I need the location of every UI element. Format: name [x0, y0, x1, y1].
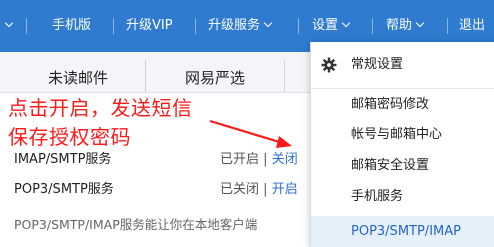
imap-status-text: 已开启 [220, 152, 260, 167]
dropdown-item-label: 邮箱安全设置 [351, 158, 430, 173]
dropdown-item-general-settings[interactable]: 常规设置 [311, 51, 494, 79]
imap-service-controls: 已开启 | 关闭 [220, 148, 298, 167]
imap-separator: | [263, 152, 268, 167]
dropdown-item-label: 邮箱密码修改 [351, 97, 430, 112]
dropdown-item-label: POP3/SMTP/IMAP [351, 224, 461, 239]
pop3-status-text: 已关闭 [220, 182, 260, 197]
dropdown-item-mobile-service[interactable]: 手机服务 [311, 183, 494, 211]
pop3-open-link[interactable]: 开启 [272, 182, 298, 197]
dropdown-item-label: 帐号与邮箱中心 [351, 127, 443, 142]
pop3-service-name: POP3/SMTP服务 [14, 182, 114, 197]
pop3-service-controls: 已关闭 | 开启 [220, 178, 298, 197]
dropdown-item-pop3-smtp-imap[interactable]: POP3/SMTP/IMAP [311, 216, 494, 247]
settings-dropdown: 常规设置 邮箱密码修改 帐号与邮箱中心 邮箱安全设置 手机服务 POP3/SMT… [310, 42, 494, 247]
dropdown-item-label: 常规设置 [351, 57, 404, 72]
pop3-separator: | [263, 182, 268, 197]
dropdown-divider [311, 88, 494, 89]
annotation-arrow-shaft [209, 119, 287, 146]
dropdown-item-security-settings[interactable]: 邮箱安全设置 [311, 152, 494, 180]
gear-icon [321, 57, 337, 73]
imap-service-name: IMAP/SMTP服务 [14, 152, 112, 167]
dropdown-item-account-center[interactable]: 帐号与邮箱中心 [311, 121, 494, 149]
dropdown-item-password-change[interactable]: 邮箱密码修改 [311, 91, 494, 119]
dropdown-item-label: 手机服务 [351, 189, 404, 204]
annotation-arrowhead [276, 136, 292, 148]
service-description: POP3/SMTP/IMAP服务能让你在本地客户端 [14, 217, 258, 232]
imap-close-link[interactable]: 关闭 [272, 152, 298, 167]
